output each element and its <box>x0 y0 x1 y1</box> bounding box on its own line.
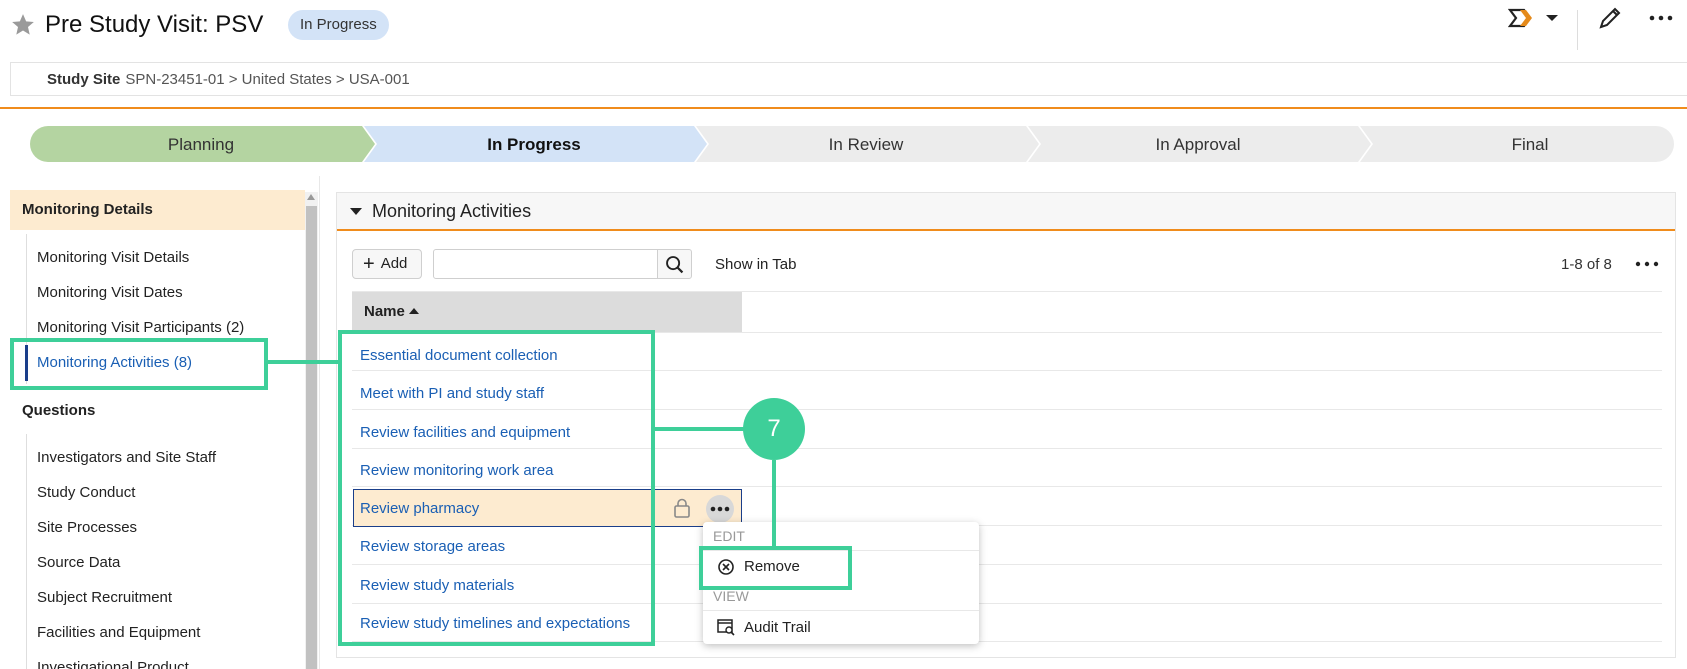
breadcrumb-bar: Study Site SPN-23451-01 > United States >… <box>10 62 1687 96</box>
panel-header[interactable]: Monitoring Activities <box>337 193 1675 231</box>
menu-item-audit-trail[interactable]: Audit Trail <box>744 619 811 636</box>
favorite-star-icon[interactable] <box>10 12 36 38</box>
annotation-highlight-activity-list <box>338 330 655 646</box>
sidebar-item-site-processes[interactable]: Site Processes <box>37 518 137 538</box>
sidebar-scrollbar-thumb[interactable] <box>306 206 317 669</box>
column-header-name[interactable]: Name <box>352 292 742 332</box>
plus-icon: + <box>363 253 375 275</box>
annotation-connector <box>268 360 340 364</box>
lifecycle-stage-bar: Planning In Progress In Review In Approv… <box>30 126 1674 162</box>
audit-trail-icon <box>717 619 735 636</box>
column-header-name-label: Name <box>364 303 405 320</box>
search-input[interactable] <box>433 249 658 279</box>
sidebar-item-source-data[interactable]: Source Data <box>37 553 120 573</box>
annotation-highlight-remove <box>699 546 852 590</box>
annotation-step-number: 7 <box>743 398 805 460</box>
sidebar-section-monitoring-details[interactable]: Monitoring Details <box>10 190 305 230</box>
lock-icon <box>674 498 690 518</box>
menu-category-view: VIEW <box>713 588 749 604</box>
header-divider <box>1577 10 1578 50</box>
sidebar: Monitoring Details Monitoring Visit Deta… <box>0 176 320 669</box>
sidebar-item-monitoring-visit-dates[interactable]: Monitoring Visit Dates <box>37 283 183 303</box>
add-button[interactable]: + Add <box>352 249 422 279</box>
sidebar-section-questions[interactable]: Questions <box>10 401 305 421</box>
sidebar-item-facilities-equipment[interactable]: Facilities and Equipment <box>37 623 200 643</box>
breadcrumb-path[interactable]: SPN-23451-01 > United States > USA-001 <box>125 71 409 88</box>
scroll-up-arrow-icon[interactable] <box>307 194 315 200</box>
panel-title: Monitoring Activities <box>372 201 532 221</box>
show-in-tab-link[interactable]: Show in Tab <box>715 256 796 273</box>
stage-label-planning: Planning <box>168 135 234 154</box>
sort-ascending-icon <box>408 308 419 314</box>
record-count: 1-8 of 8 <box>1561 256 1612 273</box>
annotation-highlight-sidebar-item <box>10 338 268 390</box>
chevron-down-icon[interactable] <box>1544 0 1560 36</box>
stage-label-in-progress: In Progress <box>487 135 581 154</box>
row-actions-more-icon[interactable] <box>706 495 734 523</box>
breadcrumb-label: Study Site <box>47 71 121 88</box>
table-more-actions-icon[interactable] <box>1635 255 1659 273</box>
more-actions-icon[interactable] <box>1648 0 1674 36</box>
breadcrumb: Study Site SPN-23451-01 > United States >… <box>47 71 410 88</box>
sidebar-rail <box>26 434 27 669</box>
status-badge: In Progress <box>288 10 389 40</box>
page-title: Pre Study Visit: PSV <box>45 11 264 38</box>
search-icon[interactable] <box>657 249 692 279</box>
annotation-connector <box>655 427 745 431</box>
sidebar-item-investigators[interactable]: Investigators and Site Staff <box>37 448 216 468</box>
sidebar-item-investigational-product[interactable]: Investigational Product <box>37 658 189 669</box>
annotation-connector <box>772 460 776 547</box>
edit-pencil-icon[interactable] <box>1596 0 1624 36</box>
menu-divider <box>703 610 979 611</box>
sidebar-item-subject-recruitment[interactable]: Subject Recruitment <box>37 588 172 608</box>
stage-label-in-approval: In Approval <box>1155 135 1240 154</box>
add-button-label: Add <box>380 255 408 272</box>
menu-category-edit: EDIT <box>713 528 745 544</box>
sidebar-item-monitoring-visit-participants[interactable]: Monitoring Visit Participants (2) <box>37 318 244 338</box>
workflow-actions-icon[interactable] <box>1508 0 1538 36</box>
collapse-caret-icon[interactable] <box>350 208 362 215</box>
sidebar-item-study-conduct[interactable]: Study Conduct <box>37 483 135 503</box>
stage-label-in-review: In Review <box>829 135 904 154</box>
header-separator <box>0 107 1687 109</box>
stage-label-final: Final <box>1512 135 1549 154</box>
sidebar-item-monitoring-visit-details[interactable]: Monitoring Visit Details <box>37 248 189 268</box>
